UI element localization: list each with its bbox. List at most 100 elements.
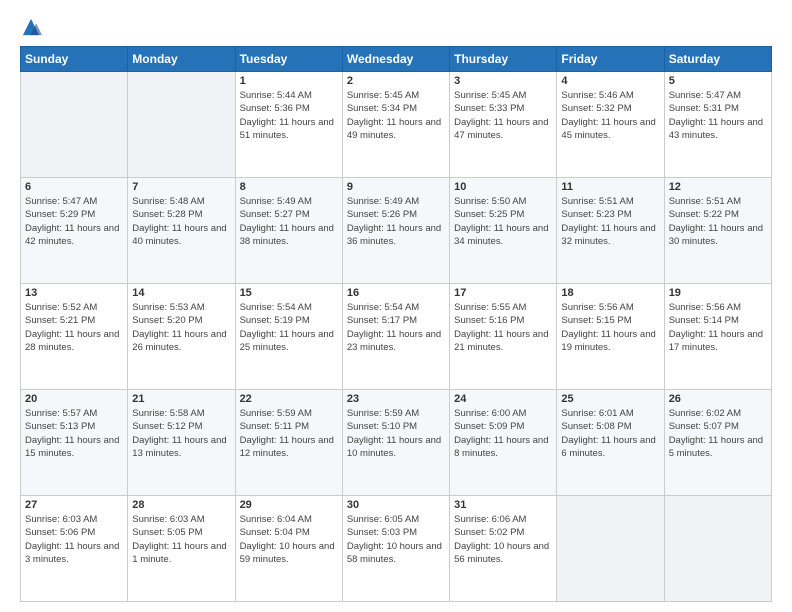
day-number: 6: [25, 181, 123, 193]
day-info: Sunrise: 5:45 AM Sunset: 5:34 PM Dayligh…: [347, 89, 445, 142]
calendar-cell: 6 Sunrise: 5:47 AM Sunset: 5:29 PM Daylig…: [21, 178, 128, 284]
calendar-table: SundayMondayTuesdayWednesdayThursdayFrid…: [20, 46, 772, 602]
calendar-cell: 25 Sunrise: 6:01 AM Sunset: 5:08 PM Dayli…: [557, 390, 664, 496]
day-info: Sunrise: 6:04 AM Sunset: 5:04 PM Dayligh…: [240, 513, 338, 566]
day-info: Sunrise: 5:46 AM Sunset: 5:32 PM Dayligh…: [561, 89, 659, 142]
calendar-cell: 14 Sunrise: 5:53 AM Sunset: 5:20 PM Dayli…: [128, 284, 235, 390]
calendar-cell: 10 Sunrise: 5:50 AM Sunset: 5:25 PM Dayli…: [450, 178, 557, 284]
day-number: 13: [25, 287, 123, 299]
day-info: Sunrise: 5:51 AM Sunset: 5:23 PM Dayligh…: [561, 195, 659, 248]
day-info: Sunrise: 6:02 AM Sunset: 5:07 PM Dayligh…: [669, 407, 767, 460]
day-number: 3: [454, 75, 552, 87]
calendar-cell: 4 Sunrise: 5:46 AM Sunset: 5:32 PM Daylig…: [557, 72, 664, 178]
day-number: 25: [561, 393, 659, 405]
calendar-cell: 11Sunrise: 5:51 AM Sunset: 5:23 PM Dayli…: [557, 178, 664, 284]
calendar-cell: 20Sunrise: 5:57 AM Sunset: 5:13 PM Dayli…: [21, 390, 128, 496]
day-number: 20: [25, 393, 123, 405]
logo: [20, 16, 46, 38]
calendar-header-saturday: Saturday: [664, 47, 771, 72]
calendar-week-1: 1Sunrise: 5:44 AM Sunset: 5:36 PM Daylig…: [21, 72, 772, 178]
calendar-header-thursday: Thursday: [450, 47, 557, 72]
day-info: Sunrise: 5:56 AM Sunset: 5:15 PM Dayligh…: [561, 301, 659, 354]
calendar-cell: 21 Sunrise: 5:58 AM Sunset: 5:12 PM Dayli…: [128, 390, 235, 496]
day-number: 23: [347, 393, 445, 405]
day-info: Sunrise: 6:00 AM Sunset: 5:09 PM Dayligh…: [454, 407, 552, 460]
calendar-cell: 30Sunrise: 6:05 AM Sunset: 5:03 PM Dayli…: [342, 496, 449, 602]
day-info: Sunrise: 6:06 AM Sunset: 5:02 PM Dayligh…: [454, 513, 552, 566]
calendar-cell: 17 Sunrise: 5:55 AM Sunset: 5:16 PM Dayli…: [450, 284, 557, 390]
calendar-cell: [21, 72, 128, 178]
day-info: Sunrise: 5:50 AM Sunset: 5:25 PM Dayligh…: [454, 195, 552, 248]
calendar-week-4: 20Sunrise: 5:57 AM Sunset: 5:13 PM Dayli…: [21, 390, 772, 496]
day-number: 17: [454, 287, 552, 299]
day-number: 10: [454, 181, 552, 193]
calendar-cell: 23 Sunrise: 5:59 AM Sunset: 5:10 PM Dayli…: [342, 390, 449, 496]
calendar-week-3: 13 Sunrise: 5:52 AM Sunset: 5:21 PM Dayli…: [21, 284, 772, 390]
calendar-header-monday: Monday: [128, 47, 235, 72]
header: [20, 16, 772, 38]
day-number: 7: [132, 181, 230, 193]
day-number: 26: [669, 393, 767, 405]
calendar-cell: 1Sunrise: 5:44 AM Sunset: 5:36 PM Daylig…: [235, 72, 342, 178]
calendar-header-friday: Friday: [557, 47, 664, 72]
day-info: Sunrise: 5:54 AM Sunset: 5:17 PM Dayligh…: [347, 301, 445, 354]
calendar-cell: [128, 72, 235, 178]
calendar-cell: 28 Sunrise: 6:03 AM Sunset: 5:05 PM Dayli…: [128, 496, 235, 602]
day-info: Sunrise: 5:59 AM Sunset: 5:10 PM Dayligh…: [347, 407, 445, 460]
day-info: Sunrise: 6:05 AM Sunset: 5:03 PM Dayligh…: [347, 513, 445, 566]
calendar-cell: 8 Sunrise: 5:49 AM Sunset: 5:27 PM Daylig…: [235, 178, 342, 284]
day-info: Sunrise: 6:03 AM Sunset: 5:06 PM Dayligh…: [25, 513, 123, 566]
calendar-cell: 15 Sunrise: 5:54 AM Sunset: 5:19 PM Dayli…: [235, 284, 342, 390]
calendar-cell: [664, 496, 771, 602]
calendar-cell: 2Sunrise: 5:45 AM Sunset: 5:34 PM Daylig…: [342, 72, 449, 178]
day-info: Sunrise: 5:49 AM Sunset: 5:26 PM Dayligh…: [347, 195, 445, 248]
day-number: 9: [347, 181, 445, 193]
calendar-cell: 26 Sunrise: 6:02 AM Sunset: 5:07 PM Dayli…: [664, 390, 771, 496]
day-number: 15: [240, 287, 338, 299]
calendar-cell: [557, 496, 664, 602]
day-info: Sunrise: 6:03 AM Sunset: 5:05 PM Dayligh…: [132, 513, 230, 566]
day-info: Sunrise: 5:53 AM Sunset: 5:20 PM Dayligh…: [132, 301, 230, 354]
day-number: 22: [240, 393, 338, 405]
day-info: Sunrise: 5:47 AM Sunset: 5:31 PM Dayligh…: [669, 89, 767, 142]
calendar-header-sunday: Sunday: [21, 47, 128, 72]
day-info: Sunrise: 5:47 AM Sunset: 5:29 PM Dayligh…: [25, 195, 123, 248]
day-info: Sunrise: 5:59 AM Sunset: 5:11 PM Dayligh…: [240, 407, 338, 460]
day-number: 12: [669, 181, 767, 193]
day-number: 5: [669, 75, 767, 87]
day-info: Sunrise: 5:49 AM Sunset: 5:27 PM Dayligh…: [240, 195, 338, 248]
calendar-cell: 18 Sunrise: 5:56 AM Sunset: 5:15 PM Dayli…: [557, 284, 664, 390]
calendar-week-2: 6 Sunrise: 5:47 AM Sunset: 5:29 PM Daylig…: [21, 178, 772, 284]
day-info: Sunrise: 5:51 AM Sunset: 5:22 PM Dayligh…: [669, 195, 767, 248]
page: SundayMondayTuesdayWednesdayThursdayFrid…: [0, 0, 792, 612]
day-number: 16: [347, 287, 445, 299]
calendar-cell: 9 Sunrise: 5:49 AM Sunset: 5:26 PM Daylig…: [342, 178, 449, 284]
day-info: Sunrise: 6:01 AM Sunset: 5:08 PM Dayligh…: [561, 407, 659, 460]
day-number: 21: [132, 393, 230, 405]
day-info: Sunrise: 5:54 AM Sunset: 5:19 PM Dayligh…: [240, 301, 338, 354]
calendar-cell: 19 Sunrise: 5:56 AM Sunset: 5:14 PM Dayli…: [664, 284, 771, 390]
day-number: 8: [240, 181, 338, 193]
day-info: Sunrise: 5:58 AM Sunset: 5:12 PM Dayligh…: [132, 407, 230, 460]
calendar-week-5: 27 Sunrise: 6:03 AM Sunset: 5:06 PM Dayli…: [21, 496, 772, 602]
calendar-cell: 13 Sunrise: 5:52 AM Sunset: 5:21 PM Dayli…: [21, 284, 128, 390]
day-number: 18: [561, 287, 659, 299]
calendar-cell: 7 Sunrise: 5:48 AM Sunset: 5:28 PM Daylig…: [128, 178, 235, 284]
day-number: 19: [669, 287, 767, 299]
day-number: 4: [561, 75, 659, 87]
day-number: 28: [132, 499, 230, 511]
calendar-cell: 31Sunrise: 6:06 AM Sunset: 5:02 PM Dayli…: [450, 496, 557, 602]
day-number: 14: [132, 287, 230, 299]
calendar-cell: 22 Sunrise: 5:59 AM Sunset: 5:11 PM Dayli…: [235, 390, 342, 496]
day-info: Sunrise: 5:52 AM Sunset: 5:21 PM Dayligh…: [25, 301, 123, 354]
day-info: Sunrise: 5:55 AM Sunset: 5:16 PM Dayligh…: [454, 301, 552, 354]
day-info: Sunrise: 5:48 AM Sunset: 5:28 PM Dayligh…: [132, 195, 230, 248]
day-number: 1: [240, 75, 338, 87]
calendar-cell: 12 Sunrise: 5:51 AM Sunset: 5:22 PM Dayli…: [664, 178, 771, 284]
calendar-cell: 29 Sunrise: 6:04 AM Sunset: 5:04 PM Dayli…: [235, 496, 342, 602]
day-info: Sunrise: 5:56 AM Sunset: 5:14 PM Dayligh…: [669, 301, 767, 354]
calendar-cell: 24Sunrise: 6:00 AM Sunset: 5:09 PM Dayli…: [450, 390, 557, 496]
day-number: 27: [25, 499, 123, 511]
day-number: 29: [240, 499, 338, 511]
calendar-header-wednesday: Wednesday: [342, 47, 449, 72]
